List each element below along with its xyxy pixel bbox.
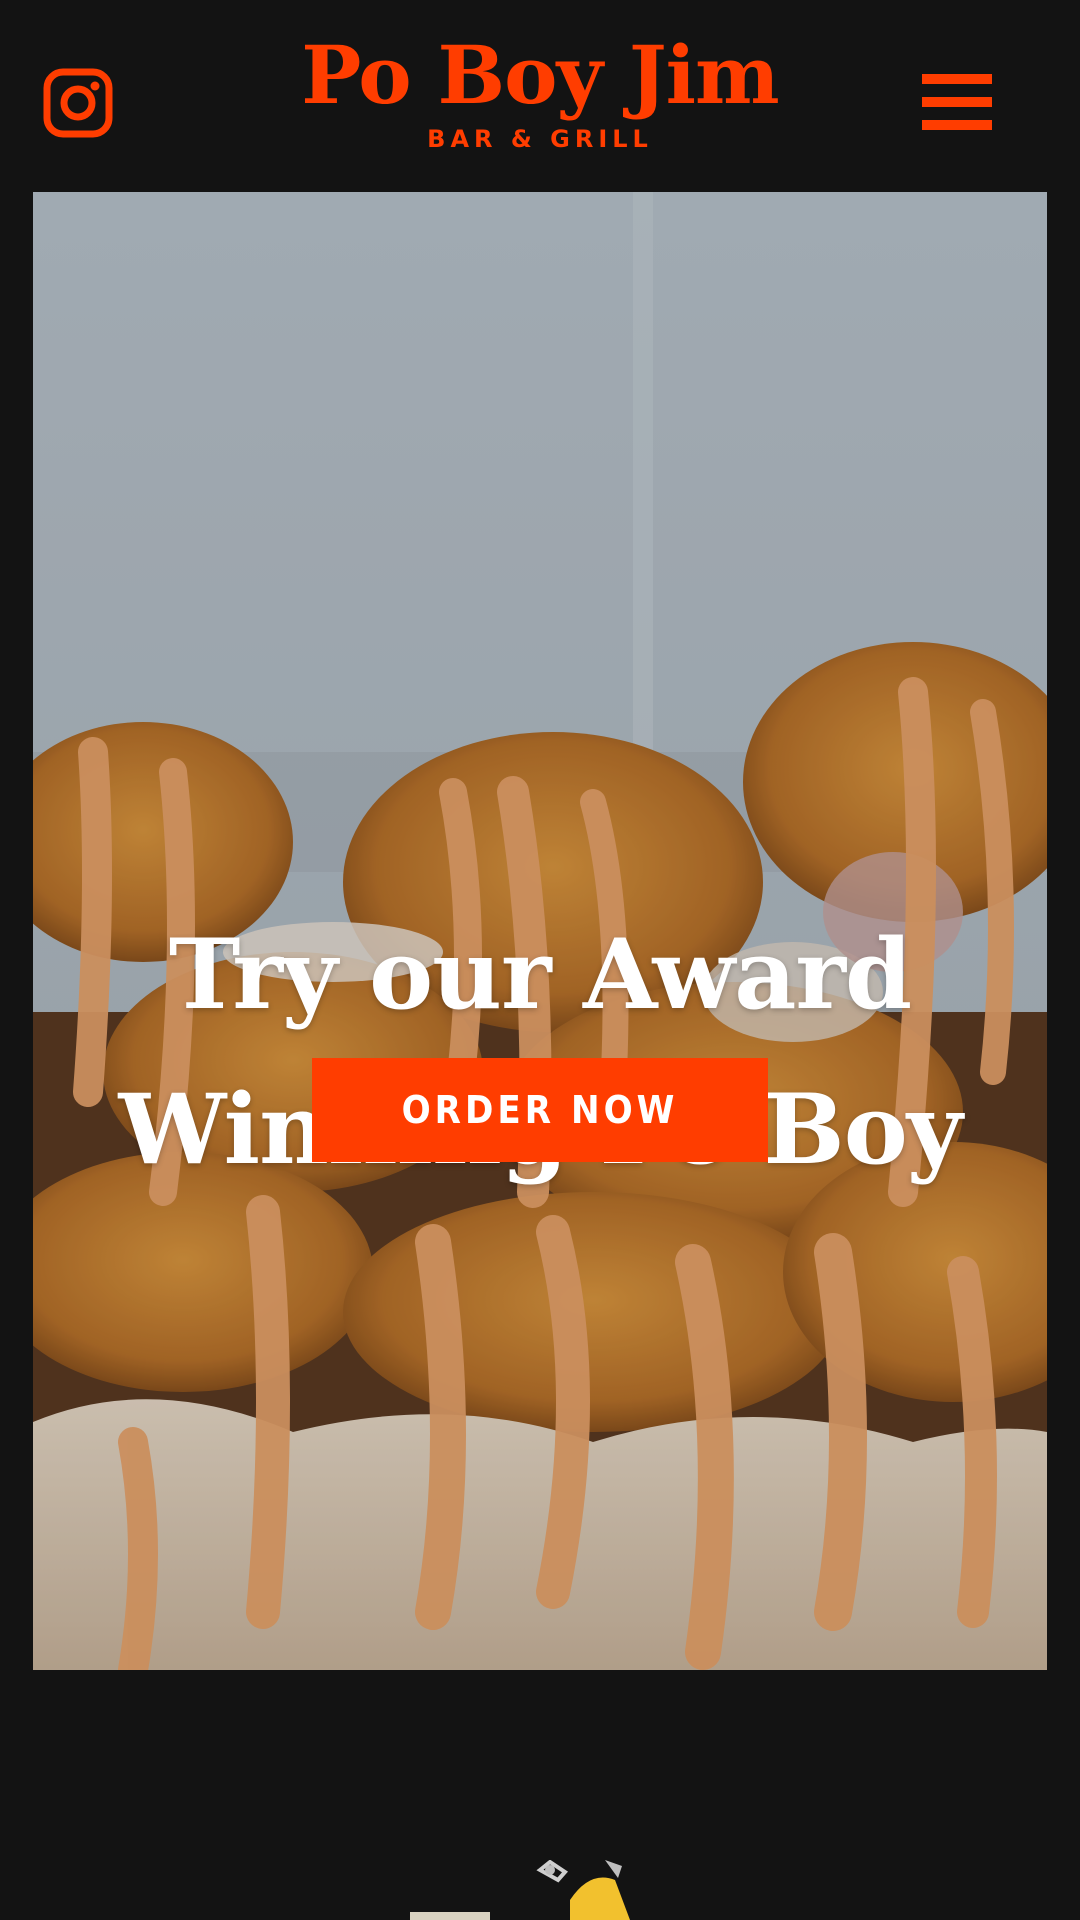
hamburger-menu-icon[interactable] — [922, 70, 992, 134]
brand-logo[interactable]: Po Boy Jim BAR & GRILL — [300, 30, 780, 160]
scooter-illustration — [410, 1860, 630, 1920]
logo-name: Po Boy Jim — [301, 28, 779, 122]
site-header: Po Boy Jim BAR & GRILL — [0, 0, 1080, 192]
order-now-button[interactable]: ORDER NOW — [312, 1058, 768, 1162]
logo-subtitle: BAR & GRILL — [427, 125, 653, 153]
menu-bar — [922, 74, 992, 84]
hero-section: Try our Award Winning Po Boy ORDER NOW — [33, 192, 1047, 1670]
menu-bar — [922, 120, 992, 130]
instagram-icon[interactable] — [43, 68, 113, 138]
menu-bar — [922, 97, 992, 107]
